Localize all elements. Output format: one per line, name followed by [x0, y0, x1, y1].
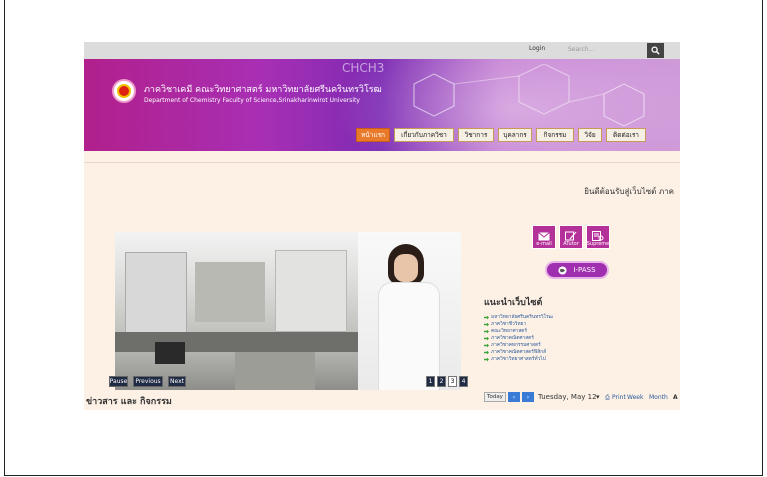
- top-bar: Login Search...: [84, 42, 680, 59]
- slideshow-page-3[interactable]: 3: [448, 376, 457, 387]
- calendar-dropdown-icon[interactable]: ▾: [596, 393, 600, 401]
- quick-link-supreme[interactable]: Supreme: [586, 225, 610, 249]
- slideshow-page-1[interactable]: 1: [426, 376, 435, 387]
- quick-link-email-label: e-mail: [536, 241, 552, 247]
- quick-link-email[interactable]: e-mail: [532, 225, 556, 249]
- document-icon: [592, 231, 604, 241]
- calendar-print-link[interactable]: Print: [612, 394, 626, 401]
- calendar-today-button[interactable]: Today: [484, 392, 506, 402]
- list-item[interactable]: คณะวิทยาศาสตร์: [484, 328, 553, 335]
- arrow-right-icon: [484, 315, 489, 320]
- list-item[interactable]: มหาวิทยาลัยศรีนครินทรวิโรฒ: [484, 314, 553, 321]
- ipass-label: I-PASS: [573, 266, 596, 274]
- list-item[interactable]: ภาควิชาคณิตศาสตร์ฟิสิกส์: [484, 349, 553, 356]
- quick-link-atutor-label: ATutor: [563, 241, 579, 247]
- arrow-right-icon: [484, 322, 489, 327]
- calendar-agenda-view[interactable]: A: [673, 394, 678, 401]
- news-section-title: ข่าวสาร และ กิจกรรม: [86, 397, 172, 407]
- nav-about[interactable]: เกี่ยวกับภาควิชา: [394, 128, 454, 142]
- arrow-right-icon: [484, 336, 489, 341]
- nav-research[interactable]: วิจัย: [578, 128, 602, 142]
- content-divider: [84, 162, 680, 163]
- search-button[interactable]: [647, 43, 664, 58]
- website-viewport: Login Search... CHCH3 ภาควิชาเคมี คณะวิท…: [84, 42, 680, 410]
- slideshow-next-button[interactable]: Next: [168, 376, 186, 387]
- print-icon[interactable]: ⎙: [605, 394, 610, 402]
- nav-contact[interactable]: ติดต่อเรา: [606, 128, 646, 142]
- slideshow-page-4[interactable]: 4: [459, 376, 468, 387]
- search-placeholder: Search...: [568, 46, 595, 53]
- arrow-right-icon: [484, 343, 489, 348]
- login-link[interactable]: Login: [529, 45, 545, 52]
- site-title: ภาควิชาเคมี คณะวิทยาศาสตร์ มหาวิทยาลัยศร…: [144, 85, 382, 95]
- calendar-prev-button[interactable]: ‹: [508, 392, 520, 402]
- search-icon: [651, 46, 660, 55]
- chem-formula: CHCH3: [342, 61, 385, 75]
- welcome-text: ยินดีต้อนรับสู่เว็บไซต์ ภาค: [584, 187, 674, 196]
- scientist-photo: [358, 232, 461, 390]
- mail-icon: [538, 232, 550, 241]
- calendar-week-view[interactable]: Week: [627, 394, 643, 401]
- list-item[interactable]: ภาควิชาชีววิทยา: [484, 321, 553, 328]
- slideshow-pause-button[interactable]: Pause: [109, 376, 128, 387]
- calendar-month-view[interactable]: Month: [649, 394, 668, 401]
- calendar-date: Tuesday, May 12: [538, 393, 597, 401]
- slideshow[interactable]: [115, 232, 461, 390]
- arrow-right-icon: [484, 329, 489, 334]
- edit-icon: [565, 231, 577, 241]
- arrow-right-icon: [484, 350, 489, 355]
- list-item[interactable]: ภาควิชาวิทยาศาสตร์ทั่วไป: [484, 356, 553, 363]
- slideshow-page-2[interactable]: 2: [437, 376, 446, 387]
- site-subtitle: Department of Chemistry Faculty of Scien…: [144, 97, 360, 104]
- university-logo: [112, 79, 136, 103]
- nav-home[interactable]: หน้าแรก: [356, 128, 390, 142]
- chevron-left-icon: ‹: [512, 393, 516, 401]
- ipass-button[interactable]: I-PASS: [545, 261, 609, 279]
- globe-icon: [558, 265, 568, 275]
- quick-link-supreme-label: Supreme: [586, 241, 610, 247]
- list-item[interactable]: ภาควิชาคหกรรมศาสตร์: [484, 342, 553, 349]
- calendar-next-button[interactable]: ›: [522, 392, 534, 402]
- quick-link-atutor[interactable]: ATutor: [559, 225, 583, 249]
- nav-activities[interactable]: กิจกรรม: [536, 128, 574, 142]
- arrow-right-icon: [484, 357, 489, 362]
- recommended-sites-list: มหาวิทยาลัยศรีนครินทรวิโรฒ ภาควิชาชีววิท…: [484, 314, 553, 363]
- nav-academic[interactable]: วิชาการ: [458, 128, 494, 142]
- list-item[interactable]: ภาควิชาคณิตศาสตร์: [484, 335, 553, 342]
- lab-photo: [115, 232, 358, 390]
- nav-staff[interactable]: บุคลากร: [498, 128, 532, 142]
- slideshow-previous-button[interactable]: Previous: [133, 376, 163, 387]
- recommended-sites-title: แนะนำเว็บไซต์: [484, 298, 543, 308]
- chevron-right-icon: ›: [526, 393, 530, 401]
